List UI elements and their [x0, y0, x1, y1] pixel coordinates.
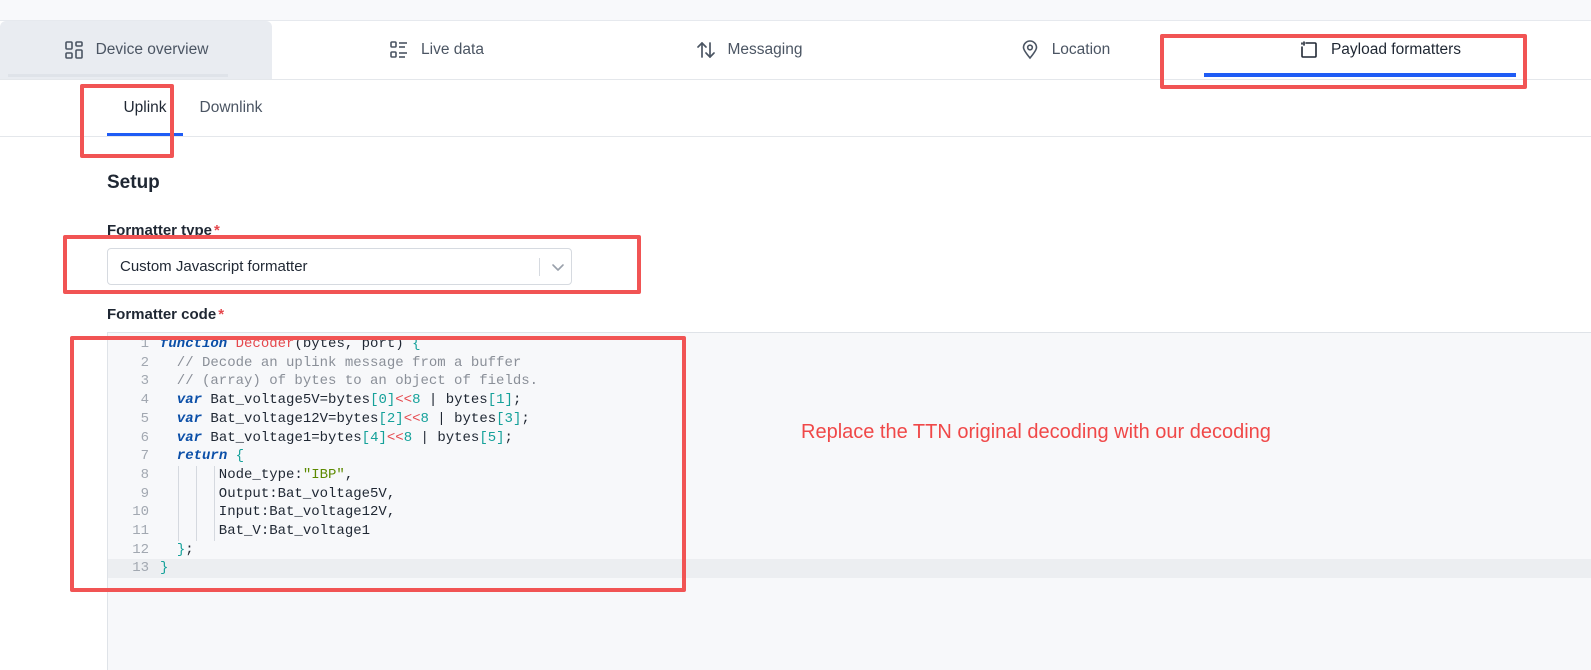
formatter-icon [1299, 40, 1319, 60]
line-number: 6 [140, 429, 149, 446]
line-number: 4 [140, 392, 149, 409]
required-mark: * [218, 306, 225, 323]
code-text: Bat_V:Bat_voltage1 [160, 523, 371, 539]
formatter-code-editor[interactable]: 1 function Decoder(bytes, port) { 2 // Dec… [107, 332, 1591, 670]
select-separator [539, 258, 540, 276]
line-number: 11 [132, 523, 149, 539]
indent-guide [178, 465, 179, 541]
code-text: // Decode an uplink message from a buffe… [160, 354, 522, 371]
line-number: 8 [140, 466, 149, 483]
subtab-uplink[interactable]: Uplink [107, 80, 183, 136]
code-text: } [160, 560, 169, 577]
code-line[interactable]: 1 function Decoder(bytes, port) { [108, 335, 1591, 354]
tab-label: Messaging [727, 41, 803, 58]
subtab-downlink[interactable]: Downlink [183, 80, 279, 136]
list-icon [389, 40, 409, 60]
browser-top-strip [0, 0, 1591, 21]
formatter-type-select[interactable]: Custom Javascript formatter [107, 248, 572, 285]
code-text: function Decoder(bytes, port) { [160, 336, 421, 352]
indent-guide [214, 465, 215, 541]
tab-label: Device overview [95, 41, 209, 58]
code-line[interactable]: 10 Input:Bat_voltage12V, [108, 503, 1591, 522]
line-number: 1 [140, 336, 149, 352]
formatter-code-label: Formatter code * [107, 306, 225, 323]
line-number: 9 [140, 485, 149, 502]
code-line[interactable]: 2 // Decode an uplink message from a buf… [108, 354, 1591, 373]
tab-label: Payload formatters [1330, 41, 1462, 58]
code-text: Node_type:"IBP", [160, 466, 354, 483]
active-subtab-underline [107, 133, 183, 136]
code-line[interactable]: 12 }; [108, 541, 1591, 560]
code-text: return { [176, 448, 245, 465]
tab-location[interactable]: Location [897, 21, 1233, 79]
device-tab-bar: Device overview Live data Messaging Loca… [0, 21, 1591, 80]
code-text: var Bat_voltage5V=bytes[0]<<8 | bytes[1]… [176, 392, 522, 409]
tab-underline [8, 74, 228, 77]
selected-value: Custom Javascript formatter [120, 258, 308, 275]
tab-payload-formatters[interactable]: Payload formatters [1200, 21, 1560, 79]
line-number: 5 [140, 410, 149, 427]
code-line[interactable]: 13} [108, 559, 1591, 579]
code-line[interactable]: 9 Output:Bat_voltage5V, [108, 485, 1591, 504]
subtab-label: Uplink [123, 99, 167, 116]
subtab-label: Downlink [199, 99, 263, 116]
required-mark: * [214, 222, 220, 239]
indent-guide [196, 465, 197, 541]
tab-live-data[interactable]: Live data [272, 21, 601, 79]
annotation-text: Replace the TTN original decoding with o… [801, 421, 1271, 443]
grid-icon [64, 40, 84, 60]
tab-label: Location [1051, 41, 1111, 58]
chevron-down-icon[interactable] [549, 258, 567, 276]
code-line[interactable]: 8 Node_type:"IBP", [108, 466, 1591, 485]
code-line[interactable]: 4 var Bat_voltage5V=bytes[0]<<8 | bytes[… [108, 391, 1591, 410]
formatter-type-label: Formatter type * [107, 222, 220, 239]
code-line[interactable]: 7 return { [108, 447, 1591, 466]
code-text: // (array) of bytes to an object of fiel… [160, 373, 539, 390]
code-text: var Bat_voltage12V=bytes[2]<<8 | bytes[3… [176, 410, 530, 427]
map-pin-icon [1020, 40, 1040, 60]
line-number: 13 [132, 560, 149, 577]
arrows-updown-icon [696, 40, 716, 60]
code-text: }; [176, 541, 194, 558]
tab-label: Live data [421, 41, 484, 58]
line-number: 2 [140, 354, 149, 371]
active-tab-underline [1204, 73, 1516, 77]
line-number: 10 [132, 504, 149, 521]
tab-device-overview[interactable]: Device overview [0, 21, 272, 79]
code-line[interactable]: 3 // (array) of bytes to an object of fi… [108, 372, 1591, 391]
line-number: 3 [140, 373, 149, 390]
section-title: Setup [107, 172, 160, 193]
formatter-subtabs: Uplink Downlink [0, 80, 1591, 137]
tab-messaging[interactable]: Messaging [601, 21, 897, 79]
code-line[interactable]: 11 Bat_V:Bat_voltage1 [108, 522, 1591, 541]
line-number: 12 [132, 541, 149, 558]
code-text: var Bat_voltage1=bytes[4]<<8 | bytes[5]; [176, 429, 513, 446]
line-number: 7 [140, 448, 149, 465]
